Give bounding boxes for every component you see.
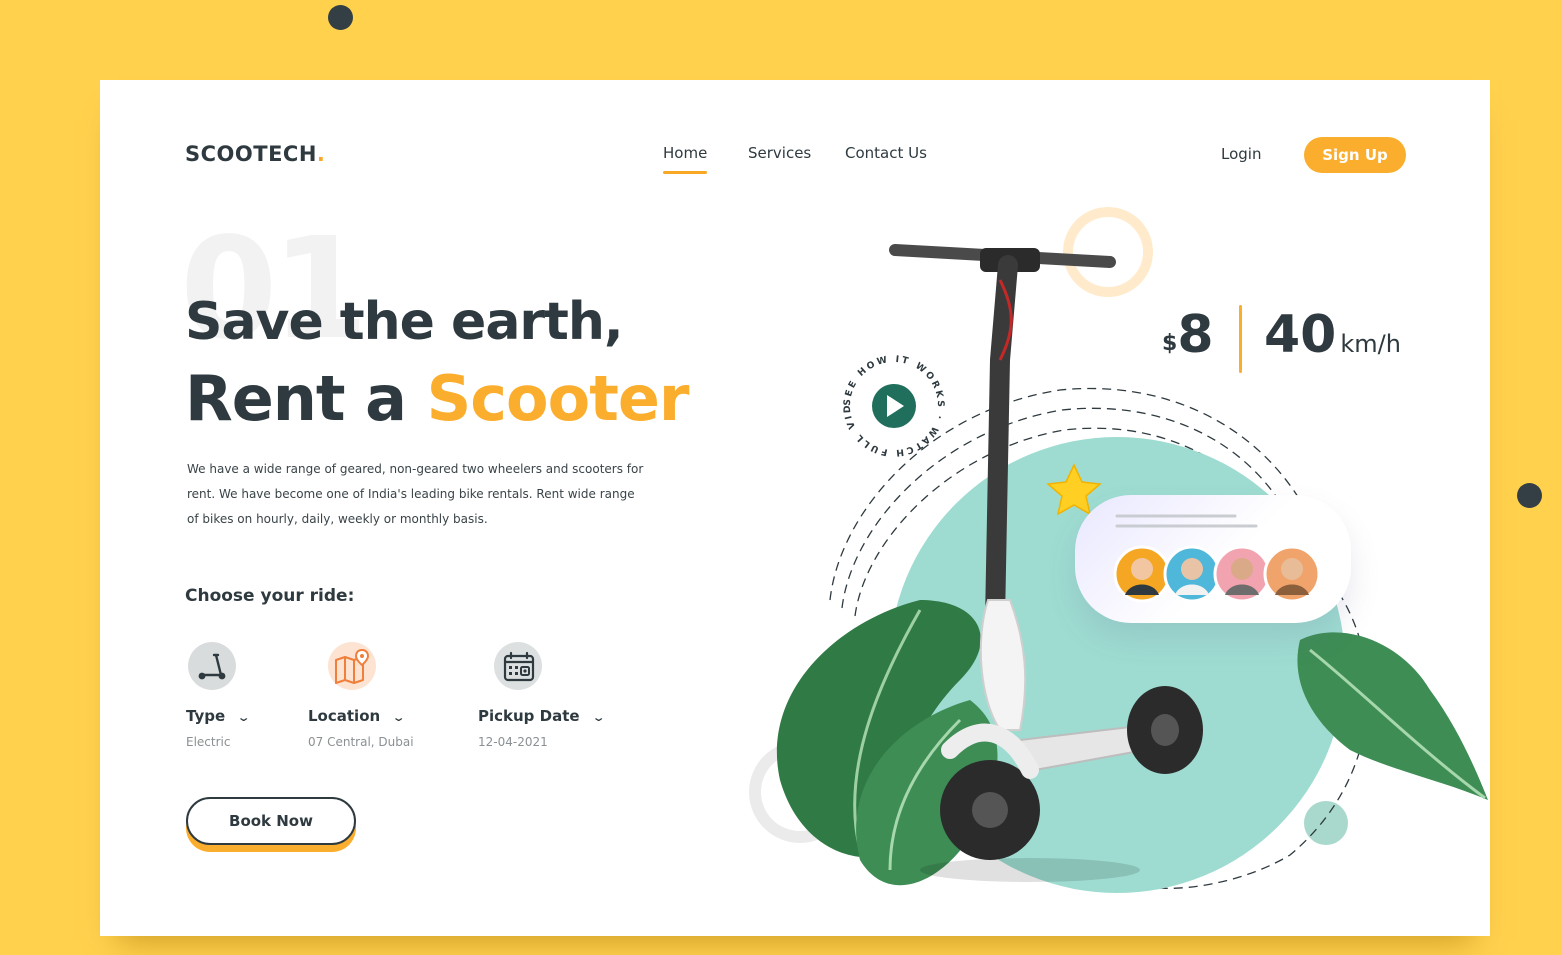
brand-dot: . bbox=[316, 142, 326, 166]
option-type-value: Electric bbox=[186, 735, 231, 749]
avatar-3 bbox=[1213, 545, 1271, 603]
deco-teal-dot bbox=[1304, 801, 1348, 845]
chevron-down-icon: ⌄ bbox=[391, 711, 406, 724]
hero-description: We have a wide range of geared, non-gear… bbox=[187, 462, 644, 526]
hero-title-prefix: Rent a bbox=[185, 362, 407, 435]
option-location-dropdown[interactable]: Location ⌄ bbox=[308, 707, 406, 725]
option-pickup-date-dropdown[interactable]: Pickup Date ⌄ bbox=[478, 707, 606, 725]
option-type-dropdown[interactable]: Type ⌄ bbox=[186, 707, 251, 725]
speed-value: 40 bbox=[1264, 305, 1337, 365]
option-pickup-date-label: Pickup Date bbox=[478, 707, 580, 725]
nav-services[interactable]: Services bbox=[748, 144, 811, 162]
avatar-4 bbox=[1263, 545, 1321, 603]
deco-ring-top bbox=[1063, 207, 1153, 297]
price-currency: $ bbox=[1162, 331, 1178, 356]
brand-logo[interactable]: SCOOTECH. bbox=[185, 142, 325, 166]
review-card-content bbox=[1113, 514, 1321, 603]
decorative-dot-right bbox=[1517, 483, 1542, 508]
scooter-icon bbox=[188, 642, 236, 690]
booking-heading: Choose your ride: bbox=[185, 586, 355, 606]
chevron-down-icon: ⌄ bbox=[591, 711, 606, 724]
price-value: 8 bbox=[1177, 305, 1214, 365]
map-pin-icon bbox=[328, 642, 376, 690]
leaf-right bbox=[1297, 632, 1488, 800]
hero-title-line1: Save the earth, bbox=[185, 292, 624, 352]
hero-title-accent: Scooter bbox=[426, 362, 690, 435]
nav-contact-us[interactable]: Contact Us bbox=[845, 144, 927, 162]
signup-button[interactable]: Sign Up bbox=[1304, 137, 1406, 173]
option-type-label: Type bbox=[186, 707, 226, 725]
landing-card: SCOOTECH. Home Services Contact Us Login… bbox=[100, 80, 1490, 936]
brand-name: SCOOTECH bbox=[185, 142, 317, 166]
option-location-label: Location bbox=[308, 707, 381, 725]
hero-title-line2: Rent a Scooter bbox=[185, 362, 690, 435]
book-now-button[interactable]: Book Now bbox=[186, 797, 356, 845]
stat-divider bbox=[1239, 305, 1242, 373]
decorative-dot-top bbox=[328, 5, 353, 30]
speed-unit: km/h bbox=[1340, 330, 1401, 358]
nav-home[interactable]: Home bbox=[663, 144, 708, 174]
calendar-icon bbox=[494, 642, 542, 690]
option-location-value: 07 Central, Dubai bbox=[308, 735, 414, 749]
price-stat: $8 bbox=[1162, 305, 1214, 365]
login-link[interactable]: Login bbox=[1221, 145, 1261, 163]
review-card[interactable] bbox=[1075, 495, 1351, 623]
avatar-2 bbox=[1163, 545, 1221, 603]
chevron-down-icon: ⌄ bbox=[236, 711, 251, 724]
watch-video-badge[interactable]: SEE HOW IT WORKS · WATCH FULL VIDEO · bbox=[840, 352, 948, 460]
option-pickup-date-value: 12-04-2021 bbox=[478, 735, 548, 749]
avatar-1 bbox=[1113, 545, 1171, 603]
speed-stat: 40 km/h bbox=[1264, 305, 1401, 365]
